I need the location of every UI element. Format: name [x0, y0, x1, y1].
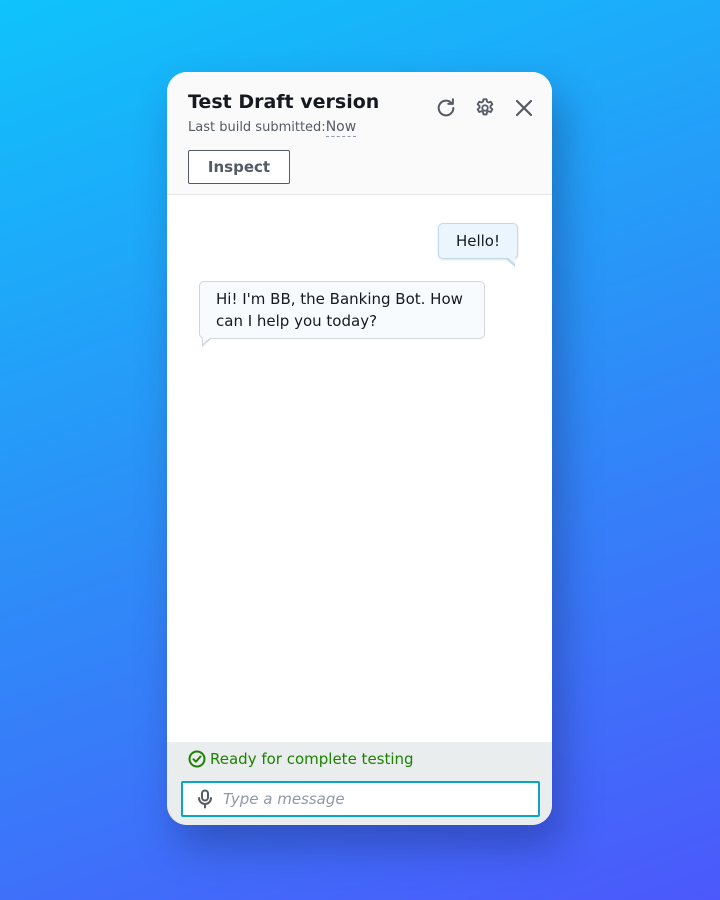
close-icon	[515, 99, 533, 117]
testing-status: Ready for complete testing	[188, 750, 414, 768]
build-status-label: Last build submitted:	[188, 120, 326, 135]
panel-footer: Ready for complete testing	[167, 742, 552, 825]
bot-message: Hi! I'm BB, the Banking Bot. How can I h…	[199, 281, 485, 347]
user-bubble-tail	[505, 257, 515, 267]
settings-button[interactable]	[473, 96, 497, 120]
message-input[interactable]	[223, 790, 523, 808]
microphone-icon[interactable]	[196, 789, 214, 809]
test-bot-panel: Test Draft version Last build submitted:…	[167, 72, 552, 825]
chat-area: Hello! Hi! I'm BB, the Banking Bot. How …	[167, 195, 552, 742]
bot-bubble-tail	[202, 337, 212, 347]
bot-message-text: Hi! I'm BB, the Banking Bot. How can I h…	[216, 290, 463, 330]
inspect-button[interactable]: Inspect	[188, 150, 290, 184]
panel-header: Test Draft version Last build submitted:…	[167, 72, 552, 195]
panel-title: Test Draft version	[188, 91, 380, 113]
check-circle-icon	[188, 750, 206, 768]
refresh-button[interactable]	[434, 96, 458, 120]
build-status: Last build submitted:Now	[188, 119, 357, 137]
message-input-container	[181, 781, 540, 817]
refresh-icon	[437, 98, 455, 117]
close-button[interactable]	[512, 96, 536, 120]
user-message-text: Hello!	[455, 232, 500, 250]
user-message: Hello!	[437, 223, 518, 267]
status-text: Ready for complete testing	[210, 750, 414, 768]
gear-icon	[476, 98, 494, 116]
build-time: Now	[325, 119, 357, 137]
